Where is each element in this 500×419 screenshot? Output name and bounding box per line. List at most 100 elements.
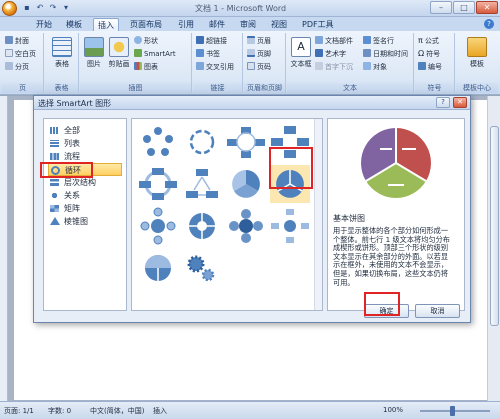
layout-multidirectional-cycle[interactable]	[182, 165, 222, 203]
template-button[interactable]: 模板	[465, 37, 489, 69]
tab-mailings[interactable]: 邮件	[205, 18, 229, 31]
date-time-button[interactable]: 日期和时间	[363, 49, 408, 59]
redo-icon[interactable]: ↷	[48, 3, 58, 13]
smartart-button[interactable]: SmartArt	[134, 49, 176, 59]
tab-templates[interactable]: 模板	[62, 18, 86, 31]
group-links: 超链接 书签 交叉引用 链接	[193, 33, 243, 93]
layout-segmented-cycle[interactable]	[226, 165, 266, 203]
header-button[interactable]: 页眉	[247, 36, 271, 46]
preview-title: 基本饼图	[333, 214, 365, 223]
object-button[interactable]: 对象	[363, 62, 387, 72]
symbol-button[interactable]: Ω 符号	[418, 49, 440, 59]
clipart-button[interactable]: 剪贴画	[107, 37, 131, 69]
tab-pdf-tools[interactable]: PDF工具	[298, 18, 338, 31]
tab-home[interactable]: 开始	[32, 18, 56, 31]
group-symbols: π 公式 Ω 符号 编号 符号	[415, 33, 455, 93]
numbering-button[interactable]: 编号	[418, 62, 442, 72]
footer-button[interactable]: 页脚	[247, 49, 271, 59]
layout-basic-cycle[interactable]	[138, 123, 178, 161]
picture-icon	[84, 37, 104, 57]
dialog-close-button[interactable]: ✕	[453, 97, 467, 108]
status-page: 页面: 1/1	[4, 407, 34, 415]
textbox-icon: A	[291, 37, 311, 57]
highlight-basic-pie-layout	[269, 147, 313, 189]
category-list-item[interactable]: 列表	[48, 137, 122, 150]
cross-reference-button[interactable]: 交叉引用	[196, 62, 234, 72]
tab-page-layout[interactable]: 页面布局	[126, 18, 166, 31]
page-break-button[interactable]: 分页	[5, 62, 29, 72]
layout-diverging-radial[interactable]	[270, 207, 310, 245]
close-button[interactable]: ✕	[476, 1, 498, 14]
tab-review[interactable]: 审阅	[236, 18, 260, 31]
pi-icon: π	[418, 36, 423, 45]
group-label-links: 链接	[193, 83, 242, 93]
page-number-button[interactable]: 页码	[247, 62, 271, 72]
gallery-scrollbar[interactable]	[314, 119, 322, 310]
save-icon[interactable]: ▪	[22, 3, 32, 13]
quick-parts-button[interactable]: 文档部件	[315, 36, 353, 46]
layout-radial-venn[interactable]	[226, 207, 266, 245]
chart-button[interactable]: 图表	[134, 62, 158, 72]
group-label-text: 文本	[287, 83, 413, 93]
blank-page-button[interactable]: 空白页	[5, 49, 36, 59]
picture-button[interactable]: 图片	[82, 37, 106, 69]
group-label-pages: 页	[2, 83, 43, 93]
category-relationship[interactable]: 关系	[48, 189, 122, 202]
table-button[interactable]: 表格	[50, 37, 74, 69]
ribbon: 封面 空白页 分页 页 表格 表格 图片 剪贴画 形状 SmartArt 图表 …	[0, 31, 500, 95]
status-mode[interactable]: 插入	[153, 406, 167, 416]
wordart-button[interactable]: 艺术字	[315, 49, 346, 59]
help-icon[interactable]: ?	[484, 19, 494, 29]
group-illustrations: 图片 剪贴画 形状 SmartArt 图表 插图	[80, 33, 192, 93]
group-pages: 封面 空白页 分页 页	[2, 33, 44, 93]
category-matrix[interactable]: 矩阵	[48, 202, 122, 215]
layout-interlocking-gears[interactable]	[182, 249, 222, 287]
tab-view[interactable]: 视图	[267, 18, 291, 31]
category-pyramid[interactable]: 棱锥图	[48, 215, 122, 228]
clipart-icon	[109, 37, 129, 57]
ribbon-tabs: 开始 模板 插入 页面布局 引用 邮件 审阅 视图 PDF工具 ?	[0, 17, 500, 31]
maximize-button[interactable]: □	[453, 1, 475, 14]
layout-block-cycle[interactable]	[226, 123, 266, 161]
office-button[interactable]	[2, 1, 17, 16]
zoom-slider-knob[interactable]	[450, 406, 455, 416]
highlight-cycle-category	[40, 162, 93, 178]
hyperlink-button[interactable]: 超链接	[196, 36, 227, 46]
customize-icon[interactable]: ▾	[61, 3, 71, 13]
scrollbar-thumb[interactable]	[490, 126, 499, 326]
highlight-ok-button	[364, 292, 400, 316]
tab-references[interactable]: 引用	[174, 18, 198, 31]
group-label-symbols: 符号	[415, 83, 454, 93]
undo-icon[interactable]: ↶	[35, 3, 45, 13]
equation-button[interactable]: π 公式	[418, 36, 439, 46]
minimize-button[interactable]: –	[430, 1, 452, 14]
zoom-level[interactable]: 100%	[383, 406, 403, 414]
table-icon	[52, 37, 72, 57]
bookmark-button[interactable]: 书签	[196, 49, 220, 59]
shapes-button[interactable]: 形状	[134, 36, 158, 46]
preview-description: 用于显示整体的各个部分如何形成一个整体。前七行 1 级文本将均匀分布成楔形或饼形…	[333, 226, 450, 287]
cancel-button[interactable]: 取消	[415, 304, 460, 318]
signature-line-button[interactable]: 签名行	[363, 36, 394, 46]
layout-text-cycle[interactable]	[182, 123, 222, 161]
cover-page-button[interactable]: 封面	[5, 36, 29, 46]
drop-cap-button[interactable]: 首字下沉	[315, 62, 353, 72]
layout-cycle-matrix[interactable]	[182, 207, 222, 245]
smartart-dialog: 选择 SmartArt 图形 ? ✕ 全部 列表 流程 循环 层次结构 关系 矩…	[33, 95, 471, 323]
zoom-slider[interactable]	[420, 406, 490, 416]
list-icon	[50, 140, 59, 147]
layout-gear[interactable]	[138, 249, 178, 287]
category-list: 全部 列表 流程 循环 层次结构 关系 矩阵 棱锥图	[43, 118, 127, 311]
dialog-help-button[interactable]: ?	[436, 97, 450, 108]
omega-icon: Ω	[418, 49, 425, 58]
vertical-scrollbar[interactable]	[487, 96, 500, 401]
layout-continuous-cycle[interactable]	[138, 165, 178, 203]
layout-radial-cycle[interactable]	[138, 207, 178, 245]
status-words: 字数: 0	[48, 407, 72, 415]
process-icon	[50, 153, 59, 160]
textbox-button[interactable]: A 文本框	[289, 37, 313, 69]
title-bar: ▪ ↶ ↷ ▾ 文档 1 - Microsoft Word – □ ✕	[0, 0, 500, 17]
category-all[interactable]: 全部	[48, 124, 122, 137]
tab-insert[interactable]: 插入	[93, 18, 119, 31]
window-title: 文档 1 - Microsoft Word	[195, 4, 287, 13]
